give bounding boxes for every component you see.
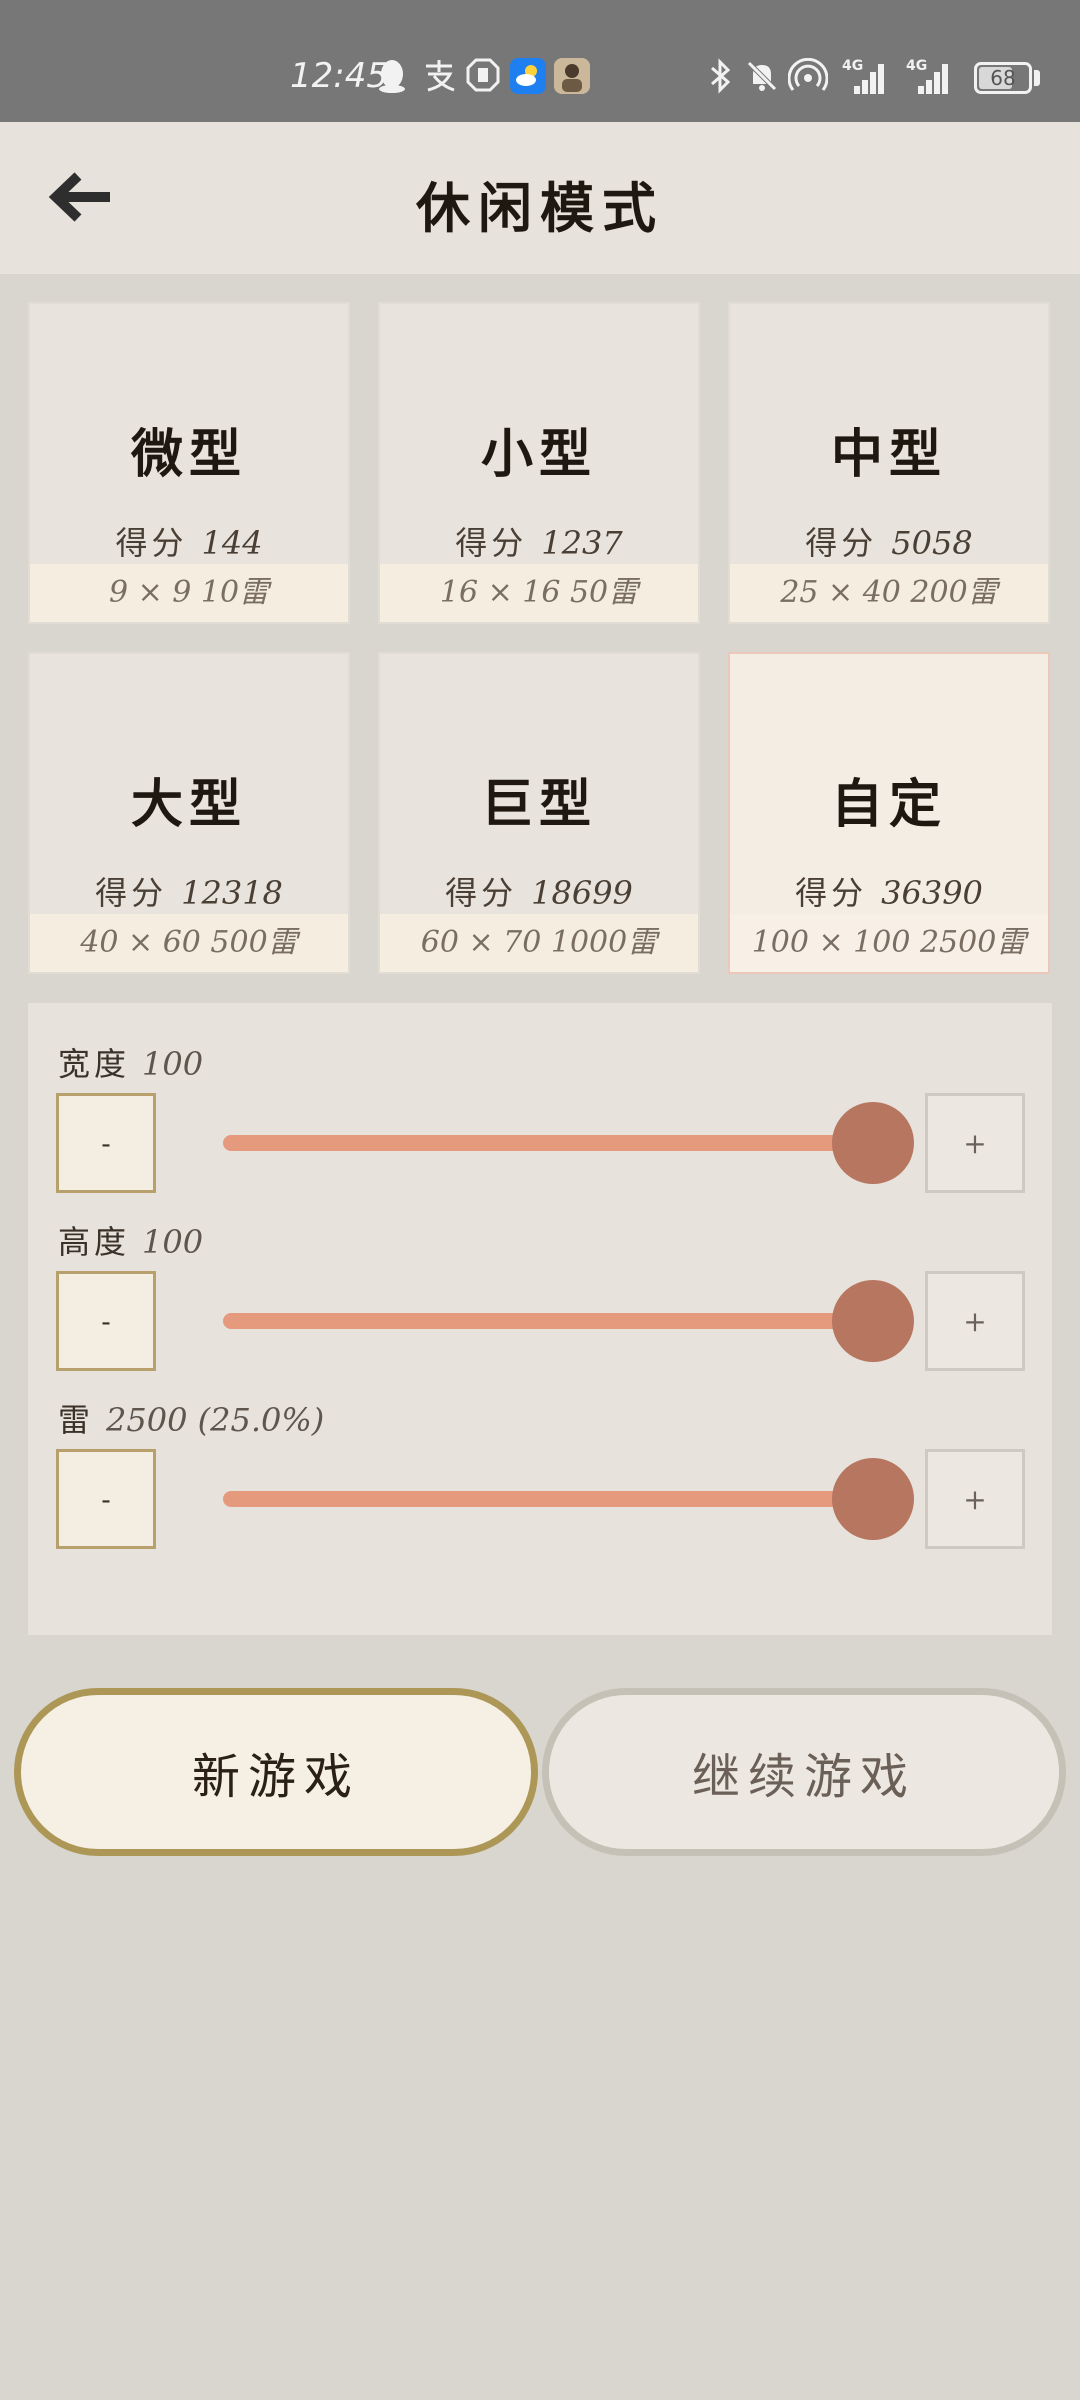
preset-spec: 9 × 9 10雷 xyxy=(30,564,348,622)
preset-card-micro[interactable]: 微型 得分 144 9 × 9 10雷 xyxy=(28,302,350,624)
battery-icon: 68 xyxy=(974,62,1032,94)
width-label: 宽度 100 xyxy=(58,1045,204,1083)
mines-decrease-button[interactable]: - xyxy=(56,1449,156,1549)
page-title: 休闲模式 xyxy=(416,176,664,240)
preset-spec: 25 × 40 200雷 xyxy=(730,564,1048,622)
preset-spec: 40 × 60 500雷 xyxy=(30,914,348,972)
preset-card-custom[interactable]: 自定 得分 36390 100 × 100 2500雷 xyxy=(728,652,1050,974)
battery-tip xyxy=(1034,70,1040,86)
preset-spec: 60 × 70 1000雷 xyxy=(380,914,698,972)
preset-name: 大型 xyxy=(130,774,247,835)
network-type-1: 4G xyxy=(842,58,864,74)
avatar-app-icon xyxy=(554,58,590,94)
bluetooth-icon xyxy=(708,58,734,100)
mines-increase-button[interactable]: + xyxy=(925,1449,1025,1549)
hotspot-icon xyxy=(787,57,829,100)
height-slider-thumb[interactable] xyxy=(832,1280,914,1362)
preset-score: 得分 144 xyxy=(115,524,263,562)
weather-app-icon xyxy=(510,58,546,94)
preset-card-medium[interactable]: 中型 得分 5058 25 × 40 200雷 xyxy=(728,302,1050,624)
continue-game-button[interactable]: 继续游戏 xyxy=(542,1688,1066,1856)
width-decrease-button[interactable]: - xyxy=(56,1093,156,1193)
height-label: 高度 100 xyxy=(58,1223,204,1261)
preset-name: 中型 xyxy=(830,424,947,485)
preset-score: 得分 5058 xyxy=(805,524,973,562)
stop-hand-icon xyxy=(466,58,500,98)
height-decrease-button[interactable]: - xyxy=(56,1271,156,1371)
height-slider-track[interactable] xyxy=(223,1313,873,1329)
preset-name: 微型 xyxy=(130,424,247,485)
preset-score: 得分 18699 xyxy=(445,874,633,912)
mines-slider-track[interactable] xyxy=(223,1491,873,1507)
new-game-button[interactable]: 新游戏 xyxy=(14,1688,538,1856)
width-increase-button[interactable]: + xyxy=(925,1093,1025,1193)
signal-icon-2: 4G xyxy=(906,58,948,94)
alipay-icon xyxy=(422,58,456,98)
preset-spec: 100 × 100 2500雷 xyxy=(730,914,1048,972)
preset-name: 自定 xyxy=(830,774,947,835)
preset-score: 得分 12318 xyxy=(95,874,283,912)
app-header: 休闲模式 xyxy=(0,122,1080,274)
mines-label: 雷 2500 (25.0%) xyxy=(58,1401,325,1439)
preset-score: 得分 36390 xyxy=(795,874,983,912)
width-slider-track[interactable] xyxy=(223,1135,873,1151)
status-bar: 12:45 4G 4G 68 xyxy=(0,0,1080,122)
preset-score: 得分 1237 xyxy=(455,524,623,562)
bell-muted-icon xyxy=(744,58,780,100)
battery-level: 68 xyxy=(990,66,1016,90)
preset-card-large[interactable]: 大型 得分 12318 40 × 60 500雷 xyxy=(28,652,350,974)
mines-slider-thumb[interactable] xyxy=(832,1458,914,1540)
preset-card-huge[interactable]: 巨型 得分 18699 60 × 70 1000雷 xyxy=(378,652,700,974)
signal-icon-1: 4G xyxy=(842,58,884,94)
width-slider-thumb[interactable] xyxy=(832,1102,914,1184)
preset-spec: 16 × 16 50雷 xyxy=(380,564,698,622)
preset-name: 巨型 xyxy=(480,774,597,835)
preset-name: 小型 xyxy=(480,424,597,485)
network-type-2: 4G xyxy=(906,58,928,74)
status-time: 12:45 xyxy=(290,56,388,96)
qq-icon xyxy=(376,58,408,100)
height-increase-button[interactable]: + xyxy=(925,1271,1025,1371)
preset-card-small[interactable]: 小型 得分 1237 16 × 16 50雷 xyxy=(378,302,700,624)
custom-settings-panel: 宽度 100 - + 高度 100 - + 雷 2500 (25.0%) - + xyxy=(28,1003,1052,1635)
